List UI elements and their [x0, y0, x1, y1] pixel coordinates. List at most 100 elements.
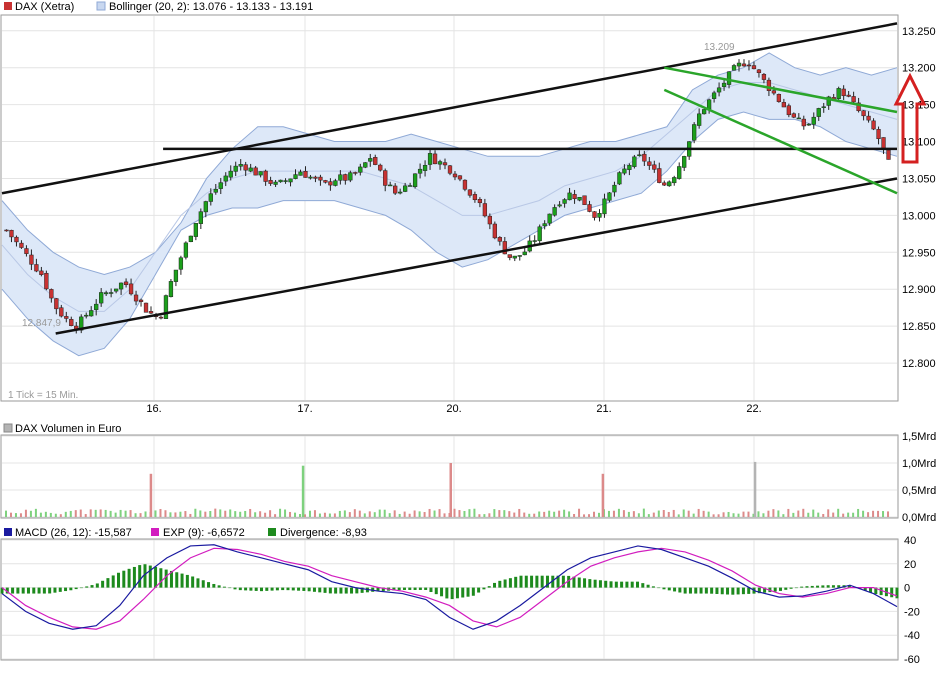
candle-up [298, 171, 303, 176]
divergence-bar [297, 587, 301, 591]
volume-tick-label: 1,5Mrd [902, 431, 936, 443]
divergence-bar [90, 585, 94, 588]
divergence-bar [731, 587, 735, 595]
volume-bar [144, 511, 147, 517]
volume-bar [388, 513, 391, 517]
divergence-bar [434, 587, 438, 595]
candle-up [183, 242, 189, 258]
volume-bar [194, 508, 197, 517]
volume-bar [478, 514, 481, 517]
volume-bar [702, 510, 705, 517]
volume-bar [852, 512, 855, 517]
bollinger-legend-swatch [96, 1, 106, 11]
candle-up [821, 106, 826, 108]
divergence-bar [789, 587, 793, 589]
volume-bar [468, 509, 471, 517]
candle-up [288, 178, 293, 183]
volume-bar [827, 509, 830, 517]
divergence-bar [37, 587, 41, 594]
divergence-bar [117, 572, 121, 588]
divergence-bar [503, 579, 507, 588]
divergence-bar [688, 587, 692, 594]
candle-up [701, 109, 707, 115]
divergence-bar [244, 587, 248, 591]
candle-down [69, 319, 74, 326]
exp-legend-swatch [151, 528, 159, 536]
candle-up [736, 62, 742, 67]
macd-tick-label: 20 [904, 559, 916, 571]
volume-bar [493, 509, 496, 517]
volume-bar [518, 508, 521, 517]
volume-bar [882, 511, 885, 517]
divergence-bar [79, 587, 83, 589]
volume-bar [573, 513, 576, 517]
candle-up [104, 292, 109, 295]
volume-bar [438, 509, 441, 517]
divergence-bar [667, 587, 671, 591]
divergence-bar [598, 580, 602, 588]
volume-bar [872, 510, 875, 517]
volume-bar [667, 511, 670, 517]
volume-bar [727, 511, 730, 517]
candle-down [761, 73, 767, 80]
candle-up [368, 158, 373, 162]
volume-bar [378, 509, 381, 517]
volume-bar [204, 511, 207, 517]
divergence-bar [334, 587, 338, 594]
candle-up [273, 181, 278, 185]
divergence-bar [85, 586, 89, 588]
volume-bar [777, 510, 780, 517]
volume-bar [174, 512, 177, 517]
divergence-bar [577, 577, 581, 588]
candle-down [373, 157, 378, 165]
divergence-bar [175, 572, 179, 588]
volume-bar [154, 510, 157, 517]
volume-bar [787, 508, 790, 517]
candle-up [248, 167, 253, 172]
divergence-bar [778, 587, 782, 591]
high-marker-label: 13.209 [704, 42, 735, 53]
candle-up [562, 199, 567, 204]
volume-bar [657, 510, 660, 517]
candle-up [412, 173, 418, 187]
divergence-bar [164, 569, 168, 588]
divergence-bar [249, 587, 253, 591]
volume-bar [368, 511, 371, 517]
volume-bar [413, 510, 416, 517]
volume-bar [762, 513, 765, 517]
candle-up [806, 123, 811, 126]
divergence-bar [265, 587, 269, 591]
divergence-bar [222, 586, 226, 588]
divergence-bar [678, 587, 682, 593]
volume-bar [672, 509, 675, 517]
volume-bar [134, 513, 137, 517]
candle-up [512, 255, 517, 259]
divergence-bar [281, 587, 285, 591]
candle-up [188, 235, 194, 242]
candle-up [567, 192, 572, 201]
candle-down [452, 173, 458, 178]
candle-up [552, 207, 557, 216]
candle-down [343, 174, 348, 181]
divergence-bar [32, 587, 36, 594]
candle-up [672, 177, 677, 184]
divergence-bar [614, 581, 618, 588]
candle-up [208, 193, 213, 202]
divergence-bar [323, 587, 327, 593]
candle-down [19, 242, 24, 248]
volume-bar [129, 510, 132, 517]
volume-bar [274, 514, 277, 517]
divergence-bar [657, 587, 661, 589]
candle-up [811, 116, 816, 125]
volume-bar [79, 509, 82, 517]
candle-up [238, 164, 243, 167]
volume-bar [264, 512, 267, 517]
candle-up [358, 166, 363, 173]
candle-down [29, 254, 34, 265]
volume-legend-label: DAX Volumen in Euro [15, 423, 121, 435]
volume-bar [697, 508, 700, 517]
volume-bar [294, 512, 297, 517]
day-tick-label: 20. [446, 403, 461, 415]
candle-up [213, 188, 218, 193]
divergence-bar [535, 575, 539, 588]
